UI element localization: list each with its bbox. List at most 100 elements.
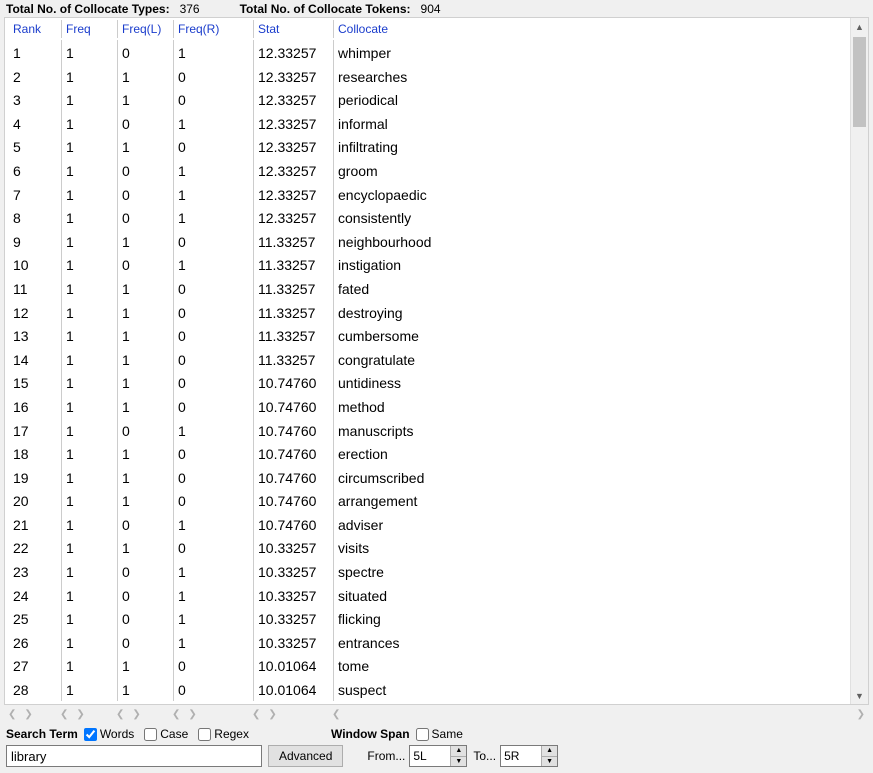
table-row[interactable]: 2510110.33257flicking bbox=[9, 606, 850, 630]
table-row[interactable]: 211012.33257researches bbox=[9, 64, 850, 88]
header-collocate[interactable]: Collocate bbox=[333, 20, 850, 38]
cell-stat: 10.33257 bbox=[253, 606, 333, 630]
cell-collocate: situated bbox=[333, 583, 850, 607]
summary-bar: Total No. of Collocate Types: 376 Total … bbox=[0, 0, 873, 17]
cell-freq: 1 bbox=[61, 370, 117, 394]
freqr-scroll-right-icon[interactable]: ❯ bbox=[184, 709, 200, 720]
stat-scroll-left-icon[interactable]: ❮ bbox=[248, 709, 264, 720]
search-term-label: Search Term bbox=[6, 727, 78, 741]
same-checkbox[interactable]: Same bbox=[416, 727, 463, 741]
cell-collocate: destroying bbox=[333, 300, 850, 324]
to-spinner[interactable]: ▲ ▼ bbox=[500, 745, 558, 767]
to-spinner-up-icon[interactable]: ▲ bbox=[542, 746, 557, 757]
same-checkbox-input[interactable] bbox=[416, 728, 429, 741]
regex-checkbox-input[interactable] bbox=[198, 728, 211, 741]
scroll-thumb[interactable] bbox=[853, 37, 866, 127]
cell-freql: 0 bbox=[117, 418, 173, 442]
cell-collocate: consistently bbox=[333, 205, 850, 229]
cell-freqr: 0 bbox=[173, 441, 253, 465]
table-row[interactable]: 2310110.33257spectre bbox=[9, 559, 850, 583]
coll-scroll-track[interactable] bbox=[346, 708, 850, 720]
freql-scroll-left-icon[interactable]: ❮ bbox=[112, 709, 128, 720]
cell-stat: 10.74760 bbox=[253, 488, 333, 512]
table-row[interactable]: 1710110.74760manuscripts bbox=[9, 418, 850, 442]
cell-freq: 1 bbox=[61, 606, 117, 630]
stat-scroll-right-icon[interactable]: ❯ bbox=[264, 709, 280, 720]
table-row[interactable]: 1411011.33257congratulate bbox=[9, 347, 850, 371]
rank-scroll-left-icon[interactable]: ❮ bbox=[4, 709, 20, 720]
case-checkbox[interactable]: Case bbox=[144, 727, 188, 741]
table-row[interactable]: 2211010.33257visits bbox=[9, 535, 850, 559]
table-row[interactable]: 2410110.33257situated bbox=[9, 583, 850, 607]
cell-collocate: periodical bbox=[333, 87, 850, 111]
from-spinner[interactable]: ▲ ▼ bbox=[409, 745, 467, 767]
to-spinner-down-icon[interactable]: ▼ bbox=[542, 757, 557, 767]
cell-freqr: 1 bbox=[173, 182, 253, 206]
table-row[interactable]: 810112.33257consistently bbox=[9, 205, 850, 229]
table-row[interactable]: 710112.33257encyclopaedic bbox=[9, 182, 850, 206]
scroll-up-icon[interactable]: ▲ bbox=[851, 18, 868, 35]
table-row[interactable]: 2711010.01064tome bbox=[9, 653, 850, 677]
words-checkbox-input[interactable] bbox=[84, 728, 97, 741]
freqr-scroll-left-icon[interactable]: ❮ bbox=[168, 709, 184, 720]
header-freql[interactable]: Freq(L) bbox=[117, 20, 173, 38]
cell-freqr: 1 bbox=[173, 158, 253, 182]
from-spinner-down-icon[interactable]: ▼ bbox=[451, 757, 466, 767]
freq-scroll-left-icon[interactable]: ❮ bbox=[56, 709, 72, 720]
table-row[interactable]: 2610110.33257entrances bbox=[9, 630, 850, 654]
cell-freql: 1 bbox=[117, 441, 173, 465]
table-row[interactable]: 1611010.74760method bbox=[9, 394, 850, 418]
words-checkbox[interactable]: Words bbox=[84, 727, 134, 741]
table-row[interactable]: 1511010.74760untidiness bbox=[9, 370, 850, 394]
scroll-down-icon[interactable]: ▼ bbox=[851, 687, 868, 704]
cell-freql: 0 bbox=[117, 252, 173, 276]
cell-freq: 1 bbox=[61, 182, 117, 206]
table-row[interactable]: 1311011.33257cumbersome bbox=[9, 323, 850, 347]
table-row[interactable]: 1010111.33257instigation bbox=[9, 252, 850, 276]
advanced-button[interactable]: Advanced bbox=[268, 745, 343, 767]
cell-stat: 10.33257 bbox=[253, 559, 333, 583]
cell-collocate: untidiness bbox=[333, 370, 850, 394]
cell-rank: 7 bbox=[9, 182, 61, 206]
cell-freq: 1 bbox=[61, 488, 117, 512]
table-row[interactable]: 1911010.74760circumscribed bbox=[9, 465, 850, 489]
search-input[interactable] bbox=[6, 745, 262, 767]
table-row[interactable]: 410112.33257informal bbox=[9, 111, 850, 135]
cell-rank: 20 bbox=[9, 488, 61, 512]
cell-stat: 12.33257 bbox=[253, 134, 333, 158]
coll-scroll-right-icon[interactable]: ❯ bbox=[853, 709, 869, 720]
cell-collocate: adviser bbox=[333, 512, 850, 536]
from-spinner-up-icon[interactable]: ▲ bbox=[451, 746, 466, 757]
to-spinner-input[interactable] bbox=[501, 746, 541, 766]
cell-rank: 5 bbox=[9, 134, 61, 158]
regex-checkbox[interactable]: Regex bbox=[198, 727, 249, 741]
table-row[interactable]: 511012.33257infiltrating bbox=[9, 134, 850, 158]
header-stat[interactable]: Stat bbox=[253, 20, 333, 38]
rank-scroll-right-icon[interactable]: ❯ bbox=[20, 709, 36, 720]
table-row[interactable]: 2011010.74760arrangement bbox=[9, 488, 850, 512]
cell-rank: 25 bbox=[9, 606, 61, 630]
table-row[interactable]: 110112.33257whimper bbox=[9, 40, 850, 64]
table-row[interactable]: 911011.33257neighbourhood bbox=[9, 229, 850, 253]
from-spinner-input[interactable] bbox=[410, 746, 450, 766]
freql-scroll-right-icon[interactable]: ❯ bbox=[128, 709, 144, 720]
table-row[interactable]: 610112.33257groom bbox=[9, 158, 850, 182]
case-checkbox-input[interactable] bbox=[144, 728, 157, 741]
table-row[interactable]: 1211011.33257destroying bbox=[9, 300, 850, 324]
freq-scroll-right-icon[interactable]: ❯ bbox=[72, 709, 88, 720]
table-row[interactable]: 311012.33257periodical bbox=[9, 87, 850, 111]
cell-freqr: 1 bbox=[173, 418, 253, 442]
header-freqr[interactable]: Freq(R) bbox=[173, 20, 253, 38]
cell-freq: 1 bbox=[61, 677, 117, 701]
vertical-scrollbar[interactable]: ▲ ▼ bbox=[850, 18, 868, 704]
table-row[interactable]: 1111011.33257fated bbox=[9, 276, 850, 300]
header-freq[interactable]: Freq bbox=[61, 20, 117, 38]
header-rank[interactable]: Rank bbox=[9, 20, 61, 38]
tokens-value: 904 bbox=[421, 2, 441, 16]
table-row[interactable]: 2811010.01064suspect bbox=[9, 677, 850, 701]
coll-scroll-left-icon[interactable]: ❮ bbox=[328, 709, 344, 720]
table-row[interactable]: 2110110.74760adviser bbox=[9, 512, 850, 536]
cell-stat: 12.33257 bbox=[253, 111, 333, 135]
table-row[interactable]: 1811010.74760erection bbox=[9, 441, 850, 465]
scroll-track[interactable] bbox=[851, 35, 868, 687]
